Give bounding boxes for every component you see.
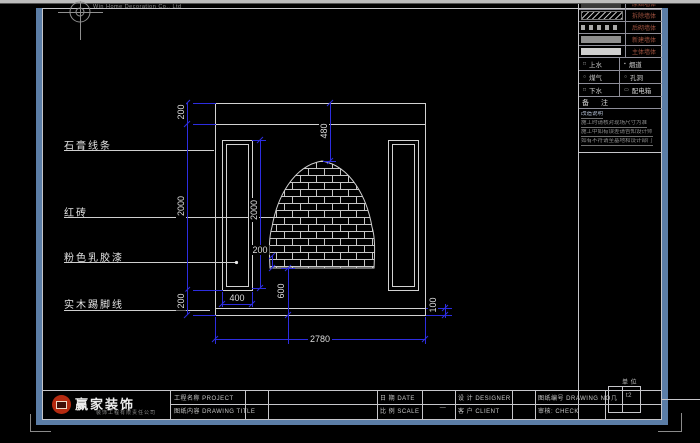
stamp-left-text: 几 [611, 393, 618, 402]
legend-row-demolished-wall: 拆除墙体 [579, 10, 662, 22]
legend-row-rebuilt-wall: 后砌墙体 [579, 22, 662, 34]
drawing-no-label: 图纸编号 DRAWING NO [538, 393, 611, 402]
dim-overall-width: 2780 [308, 334, 332, 344]
remarks-line: 改造说明 [581, 111, 603, 119]
label-plaster-molding: 石膏线条 [64, 137, 112, 152]
check-label: 审核: CHECK [538, 406, 579, 415]
drain-icon: □ [583, 88, 586, 93]
remarks-line: 施工时请核对现场尺寸为准 [581, 120, 647, 128]
scale-label: 比 例 SCALE [380, 406, 420, 415]
legend-row-utility-3: □下水 ▭配电箱 [579, 84, 662, 97]
company-mark-text: Win Home Decoration Co., Ltd [93, 4, 182, 10]
swatch-new-wall [581, 36, 621, 43]
label-pink-latex-paint: 粉色乳胶漆 [64, 249, 124, 264]
legend-row-utility-1: □上水 ▪烟道 [579, 58, 662, 71]
remarks-line: 如有不符请至基地和设计部门 [581, 138, 653, 146]
distribution-box-icon: ▭ [624, 88, 629, 93]
legend-panel: 原始墙体 拆除墙体 后砌墙体 新建墙体 主体墙体 □上水 ▪烟道 ○煤气 ○孔洞 [579, 4, 662, 147]
cad-drawing-canvas[interactable]: 石膏线条 红砖 粉色乳胶漆 实木踢脚线 200 2000 200 2000 48… [0, 0, 700, 443]
remarks-line: 施工中如有误差请告知设计师 [581, 129, 653, 137]
label-wood-skirting: 实木踢脚线 [64, 296, 124, 311]
dim-hearth: 600 [276, 281, 286, 300]
drawing-title-label: 图纸内容 DRAWING TITLE [174, 406, 255, 415]
swatch-main-wall [581, 48, 621, 55]
brand-subtitle: 装饰工程有限责任公司 [96, 409, 156, 416]
client-label: 客 户 CLIENT [458, 406, 500, 415]
dim-gap: 200 [250, 245, 269, 255]
hole-icon: ○ [624, 75, 627, 80]
dim-panel-width: 400 [227, 293, 246, 303]
swatch-original-wall [581, 4, 621, 8]
stamp-right-text: t2 [626, 393, 632, 399]
legend-row-new-wall: 新建墙体 [579, 34, 662, 46]
company-logo [52, 395, 71, 414]
brick-arch [269, 161, 374, 268]
remarks-title-row: 备 注 [579, 97, 662, 109]
remarks-block: 改造说明 施工时请核对现场尺寸为准 施工中如有误差请告知设计师 如有不符请至基地… [579, 109, 662, 146]
designer-label: 设 计 DESIGNER [458, 393, 511, 402]
dim-left-bot: 200 [176, 291, 186, 310]
dim-left-top: 200 [176, 102, 186, 121]
water-supply-icon: □ [583, 62, 586, 67]
unit-label: 单 位 [622, 377, 637, 386]
dim-skirting: 100 [428, 295, 438, 314]
scale-value: — [432, 405, 454, 411]
label-red-brick: 红砖 [64, 204, 88, 219]
dim-left-mid: 2000 [176, 194, 186, 218]
project-label: 工程名称 PROJECT [174, 393, 234, 402]
date-label: 日 期 DATE [380, 393, 415, 402]
legend-row-main-wall: 主体墙体 [579, 46, 662, 58]
flue-icon: ▪ [624, 62, 626, 67]
dim-panel-height: 2000 [249, 198, 259, 222]
remarks-title: 备 注 [579, 98, 613, 108]
swatch-demolished-wall [581, 11, 623, 20]
dim-arch-drop: 480 [319, 121, 329, 140]
legend-row-utility-2: ○煤气 ○孔洞 [579, 71, 662, 84]
swatch-rebuilt-wall [581, 25, 621, 30]
gas-icon: ○ [583, 75, 586, 80]
